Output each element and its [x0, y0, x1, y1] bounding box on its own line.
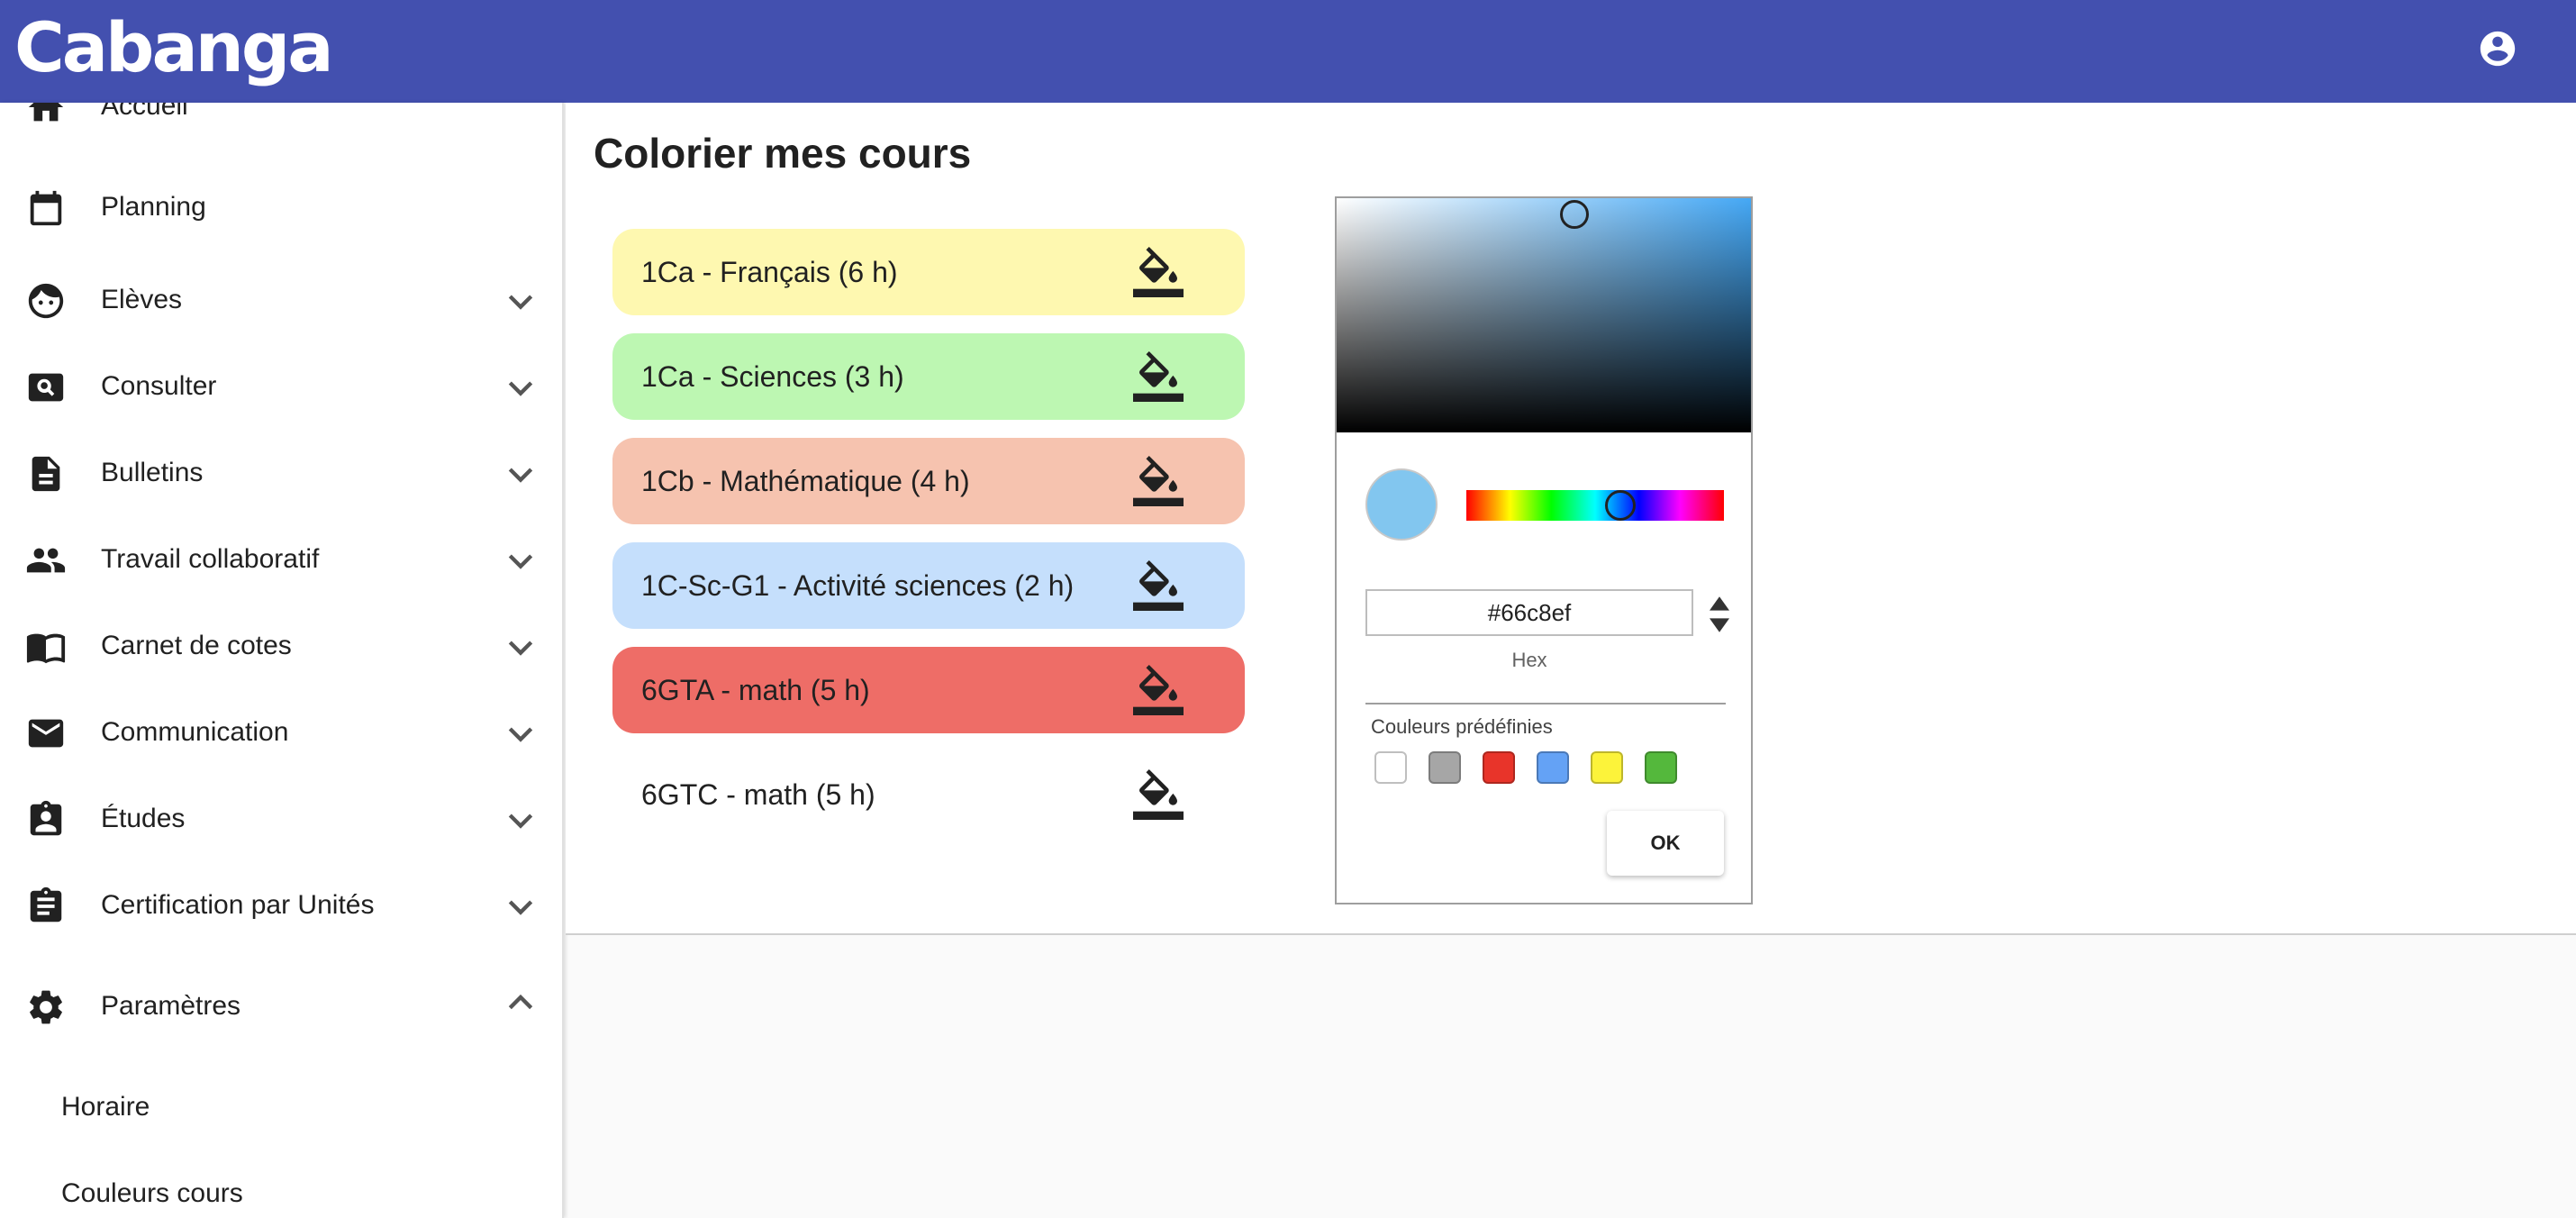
color-preview — [1365, 468, 1438, 541]
mail-icon — [28, 719, 64, 748]
color-picker: Hex Couleurs prédéfinies OK — [1335, 196, 1753, 904]
sidebar-item-travail-collaboratif[interactable]: Travail collaboratif — [0, 523, 562, 595]
gear-icon — [30, 990, 62, 1024]
account-icon[interactable] — [2477, 28, 2518, 69]
format-toggle-icon[interactable] — [1706, 595, 1733, 634]
preset-swatch[interactable] — [1374, 751, 1407, 784]
course-name: 1Ca - Sciences (3 h) — [641, 360, 904, 393]
course-name: 6GTA - math (5 h) — [641, 674, 870, 706]
preset-swatch[interactable] — [1483, 751, 1515, 784]
hex-label: Hex — [1511, 649, 1547, 671]
chevron-down-icon — [508, 814, 533, 829]
people-icon — [26, 548, 66, 573]
paint-bucket-icon[interactable] — [1133, 560, 1184, 611]
chevron-down-icon — [508, 554, 533, 569]
course-name: 1C-Sc-G1 - Activité sciences (2 h) — [641, 569, 1075, 602]
paint-bucket-icon[interactable] — [1133, 769, 1184, 820]
sidebar-item-label: Consulter — [101, 371, 217, 401]
sidebar-item-label: Communication — [101, 717, 289, 747]
course-row[interactable]: 1C-Sc-G1 - Activité sciences (2 h) — [612, 542, 1245, 629]
sidebar-item-planning[interactable]: Planning — [0, 171, 562, 243]
document-icon — [32, 456, 60, 492]
sidebar-item-etudes[interactable]: Études — [0, 783, 562, 855]
home-icon — [28, 103, 64, 122]
sidebar-item-certification[interactable]: Certification par Unités — [0, 869, 562, 941]
sidebar-subitem-label: Horaire — [61, 1092, 150, 1122]
course-row[interactable]: 6GTA - math (5 h) — [612, 647, 1245, 733]
chevron-down-icon — [508, 641, 533, 656]
course-row[interactable]: 1Ca - Sciences (3 h) — [612, 333, 1245, 420]
paint-bucket-icon[interactable] — [1133, 665, 1184, 715]
paint-bucket-icon[interactable] — [1133, 456, 1184, 506]
course-row[interactable]: 1Cb - Mathématique (4 h) — [612, 438, 1245, 524]
sidebar-item-consulter[interactable]: Consulter — [0, 350, 562, 423]
preset-swatch[interactable] — [1645, 751, 1677, 784]
course-name: 1Cb - Mathématique (4 h) — [641, 465, 970, 497]
course-name: 6GTC - math (5 h) — [641, 778, 875, 811]
sidebar-item-label: Elèves — [101, 285, 183, 314]
chevron-down-icon — [508, 295, 533, 310]
book-icon — [26, 633, 66, 664]
preset-swatch[interactable] — [1591, 751, 1623, 784]
sidebar-item-label: Certification par Unités — [101, 890, 375, 920]
sidebar-item-label: Carnet de cotes — [101, 631, 292, 660]
badge-icon — [30, 800, 62, 836]
chevron-up-icon — [508, 994, 533, 1010]
saturation-area[interactable] — [1337, 198, 1751, 432]
paint-bucket-icon[interactable] — [1133, 247, 1184, 297]
sidebar-item-carnet-de-cotes[interactable]: Carnet de cotes — [0, 610, 562, 682]
sidebar-subitem-couleurs-cours[interactable]: Couleurs cours — [0, 1158, 562, 1218]
sidebar-subitem-label: Couleurs cours — [61, 1178, 243, 1208]
calendar-icon — [30, 190, 62, 226]
preset-swatch[interactable] — [1537, 751, 1569, 784]
course-name: 1Ca - Français (6 h) — [641, 256, 898, 288]
app-logo[interactable]: Cabanga — [14, 7, 334, 88]
page-title: Colorier mes cours — [594, 130, 972, 177]
sidebar-item-label: Travail collaboratif — [101, 544, 320, 574]
sidebar-item-label: Bulletins — [101, 458, 204, 487]
chevron-down-icon — [508, 381, 533, 396]
sidebar-item-label: Planning — [101, 192, 206, 222]
face-icon — [28, 283, 64, 319]
course-row[interactable]: 6GTC - math (5 h) — [612, 751, 1245, 838]
chevron-down-icon — [508, 468, 533, 483]
sidebar-item-parametres[interactable]: Paramètres — [0, 970, 562, 1042]
sidebar-item-label: Études — [101, 804, 186, 833]
ok-button[interactable]: OK — [1607, 811, 1724, 876]
chevron-down-icon — [508, 727, 533, 742]
sidebar-item-bulletins[interactable]: Bulletins — [0, 437, 562, 509]
preset-colors-title: Couleurs prédéfinies — [1371, 715, 1553, 738]
sidebar-item-accueil[interactable]: Accueil — [0, 103, 562, 142]
course-row[interactable]: 1Ca - Français (6 h) — [612, 229, 1245, 315]
sidebar: Accueil Planning Elèves Consulter Bullet… — [0, 103, 564, 1218]
sidebar-item-label: Accueil — [101, 103, 188, 121]
chevron-down-icon — [508, 900, 533, 915]
sidebar-item-communication[interactable]: Communication — [0, 696, 562, 768]
hex-input[interactable] — [1365, 589, 1693, 636]
paint-bucket-icon[interactable] — [1133, 351, 1184, 402]
sidebar-item-label: Paramètres — [101, 991, 241, 1021]
hue-slider[interactable] — [1466, 490, 1724, 521]
sidebar-subitem-horaire[interactable]: Horaire — [0, 1071, 562, 1143]
preset-swatch[interactable] — [1429, 751, 1461, 784]
hue-slider-handle[interactable] — [1605, 490, 1636, 521]
search-box-icon — [28, 373, 64, 402]
app-bar: Cabanga — [0, 0, 2576, 103]
saturation-cursor[interactable] — [1560, 200, 1589, 229]
divider — [1365, 703, 1726, 704]
clipboard-icon — [30, 886, 62, 923]
sidebar-item-eleves[interactable]: Elèves — [0, 264, 562, 336]
